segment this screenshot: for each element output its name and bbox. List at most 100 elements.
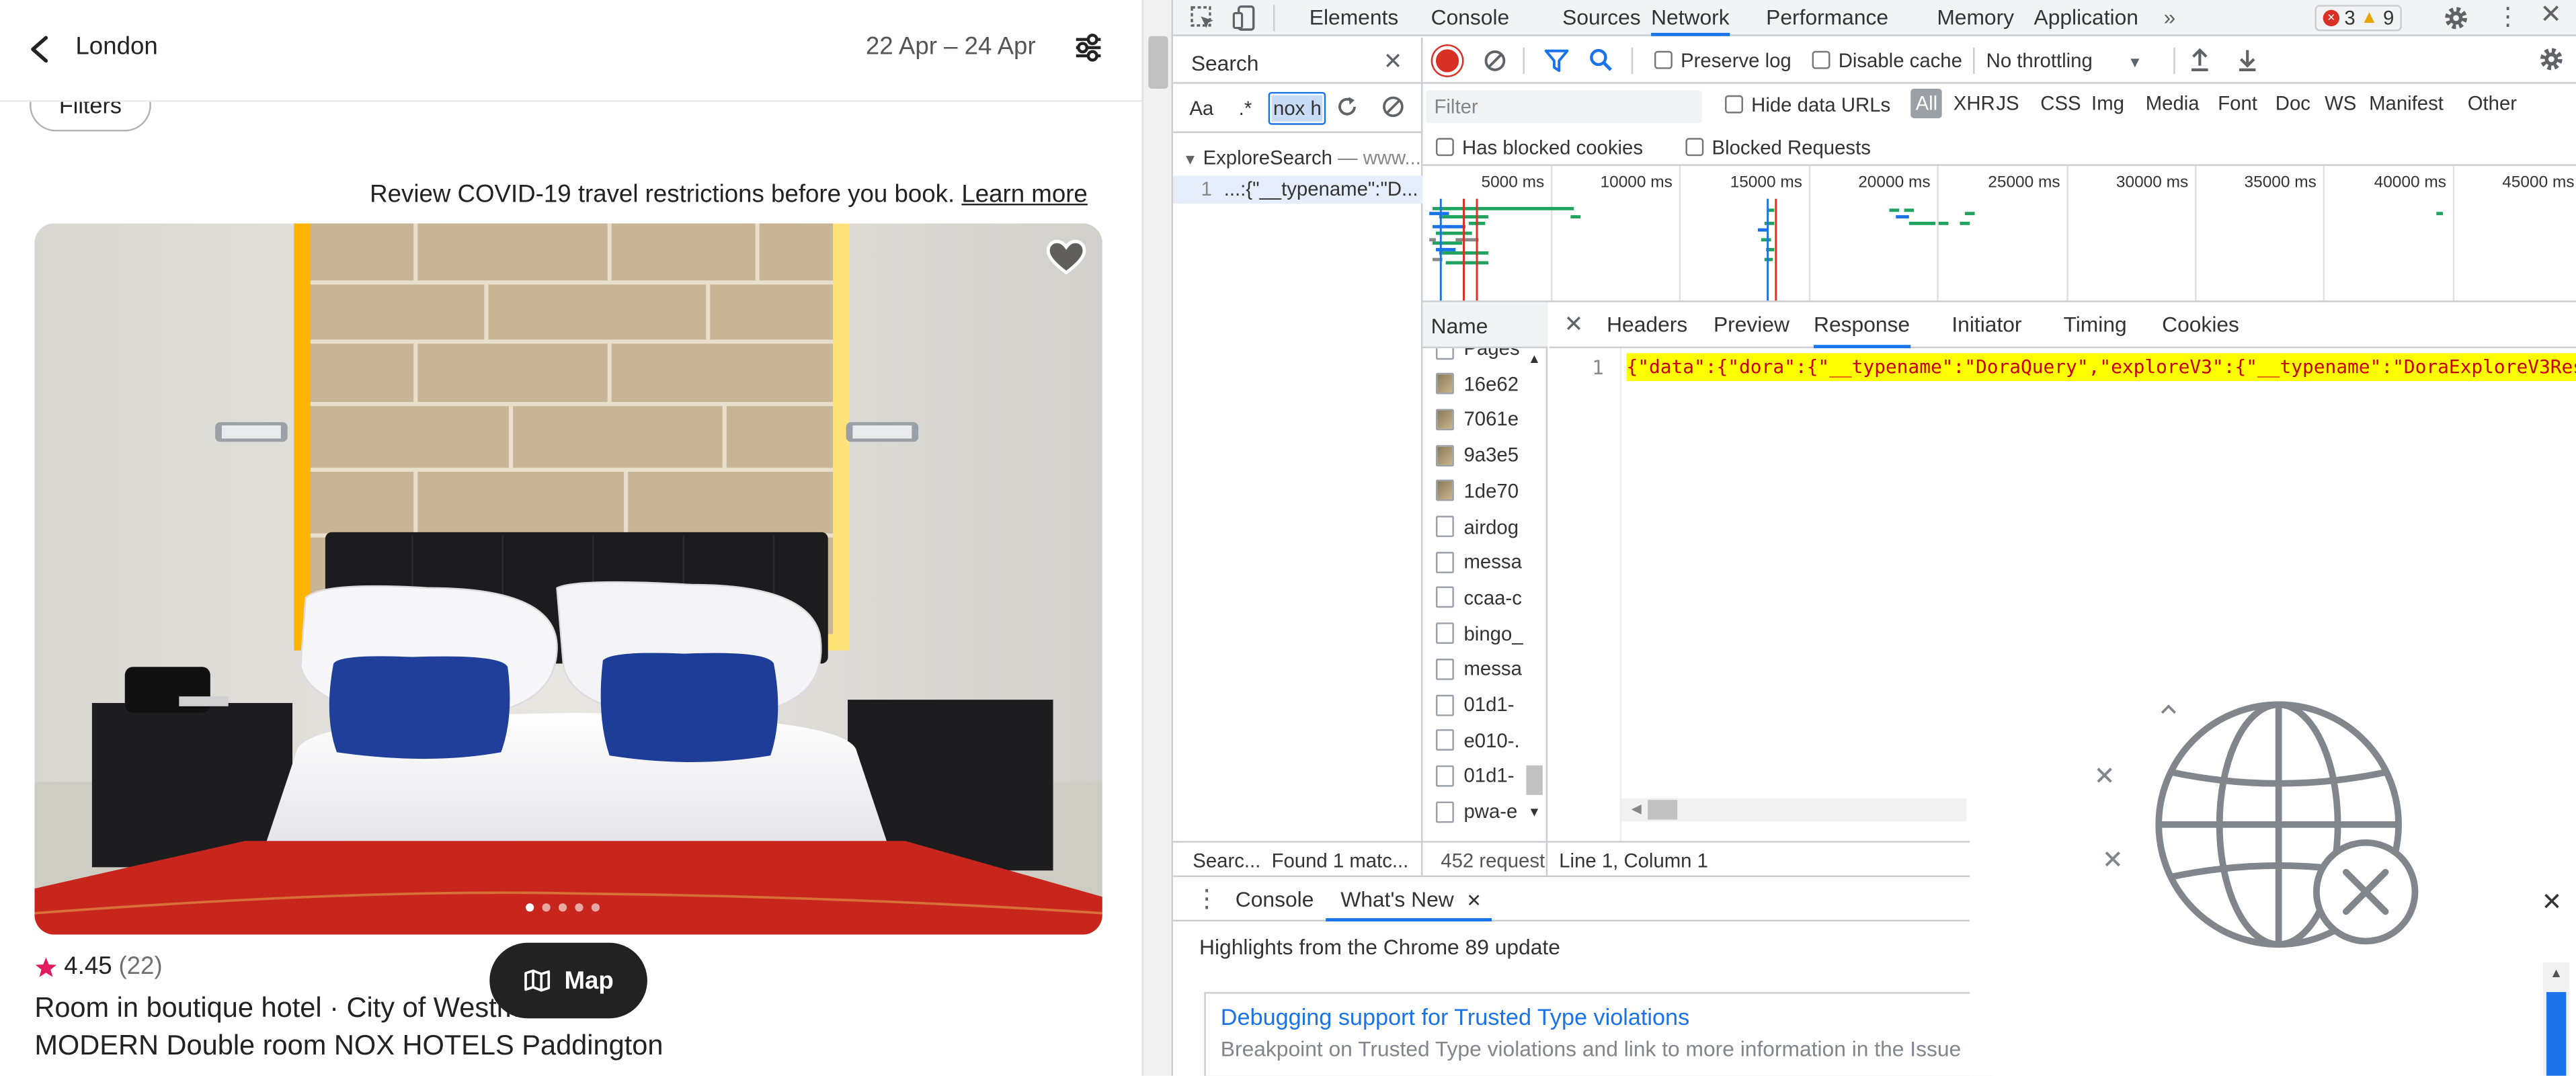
request-row[interactable]: 9a3e5	[1422, 437, 1525, 473]
search-input[interactable]: nox h	[1268, 91, 1326, 125]
filter-funnel-icon[interactable]	[1544, 49, 1569, 73]
date-range[interactable]: 22 Apr – 24 Apr	[866, 33, 1036, 61]
close-search-icon[interactable]: ✕	[1383, 49, 1403, 72]
type-filter-xhr[interactable]: XHR	[1954, 92, 1995, 115]
request-row[interactable]: 01d1-	[1422, 758, 1525, 794]
back-arrow-icon[interactable]	[28, 34, 51, 64]
scroll-down-icon[interactable]: ▼	[1528, 805, 1541, 820]
clear-log-icon[interactable]	[1484, 49, 1506, 72]
scrollbar-thumb[interactable]	[1148, 36, 1168, 89]
search-result-line[interactable]: 1 ...:{"__typename":"D...	[1172, 175, 1423, 204]
tab-application[interactable]: Application	[2034, 0, 2138, 36]
import-har-icon[interactable]	[2188, 48, 2211, 73]
request-row[interactable]: e010-.	[1422, 722, 1525, 759]
tab-performance[interactable]: Performance	[1766, 0, 1888, 36]
drawer-tab-console[interactable]: Console	[1236, 887, 1314, 912]
blocked-requests-checkbox[interactable]: Blocked Requests	[1685, 136, 1871, 159]
request-row[interactable]: messa	[1422, 651, 1525, 688]
request-row[interactable]: 16e62	[1422, 366, 1525, 402]
request-row[interactable]: ccaa-c	[1422, 579, 1525, 616]
hide-data-urls-checkbox[interactable]: Hide data URLs	[1725, 93, 1890, 117]
drawer-scroll-up-icon[interactable]: ▲	[2550, 966, 2563, 981]
search-icon[interactable]	[1588, 48, 1613, 73]
refresh-icon[interactable]	[1336, 95, 1359, 118]
listing-name[interactable]: MODERN Double room NOX HOTELS Paddington	[34, 1030, 663, 1063]
location-title[interactable]: London	[75, 33, 157, 61]
match-case-button[interactable]: Aa	[1189, 97, 1213, 120]
record-icon[interactable]	[1435, 49, 1459, 73]
kebab-menu-icon[interactable]: ⋮	[2495, 5, 2520, 30]
detail-tab-headers[interactable]: Headers	[1607, 302, 1687, 348]
photo-dot[interactable]	[575, 903, 583, 912]
search-result-group[interactable]: ▼ ExploreSearch — www....	[1183, 147, 1423, 169]
inspect-element-icon[interactable]	[1189, 5, 1215, 31]
tab-memory[interactable]: Memory	[1937, 0, 2014, 36]
tab-console[interactable]: Console	[1431, 0, 1510, 36]
settings-gear-icon[interactable]	[2443, 5, 2469, 31]
close-tab-icon[interactable]: ✕	[1466, 892, 1482, 911]
name-column-header[interactable]: Name	[1422, 302, 1548, 349]
photo-dot[interactable]	[591, 903, 600, 912]
card-title-link[interactable]: Debugging support for Trusted Type viola…	[1221, 1003, 1689, 1030]
disable-cache-box[interactable]	[1812, 50, 1830, 69]
issues-counter[interactable]: × 3 ▲ 9	[2315, 5, 2403, 32]
type-filter-other[interactable]: Other	[2468, 92, 2517, 115]
type-filter-ws[interactable]: WS	[2325, 92, 2356, 115]
throttling-select[interactable]: No throttling ▼	[1986, 49, 2142, 72]
blocked-requests-box[interactable]	[1685, 138, 1704, 157]
export-har-icon[interactable]	[2236, 48, 2259, 73]
has-blocked-cookies-checkbox[interactable]: Has blocked cookies	[1435, 136, 1643, 159]
photo-dot[interactable]	[542, 903, 551, 912]
drawer-scrollbar[interactable]: ▲	[2543, 962, 2570, 1076]
type-filter-manifest[interactable]: Manifest	[2369, 92, 2444, 115]
listing-type[interactable]: Room in boutique hotel · City of Westmi	[34, 992, 526, 1025]
more-tabs-button[interactable]: »	[2164, 0, 2176, 36]
tab-elements[interactable]: Elements	[1310, 0, 1398, 36]
type-filter-media[interactable]: Media	[2146, 92, 2200, 115]
type-filter-js[interactable]: JS	[1996, 92, 2019, 115]
request-row[interactable]: 01d1-	[1422, 687, 1525, 723]
page-scrollbar[interactable]	[1141, 0, 1172, 1076]
detail-tab-preview[interactable]: Preview	[1714, 302, 1789, 348]
request-row[interactable]: Pages	[1422, 348, 1525, 366]
device-toolbar-icon[interactable]	[1232, 5, 1258, 31]
close-overlay-icon[interactable]: ✕	[2542, 887, 2563, 917]
timeline-overview[interactable]: 5000 ms 10000 ms 15000 ms 20000 ms 25000 ms 3…	[1422, 165, 2576, 302]
horizontal-thumb[interactable]	[1648, 800, 1678, 820]
drawer-tab-whats-new[interactable]: What's New ✕	[1326, 877, 1492, 922]
clear-icon[interactable]	[1381, 95, 1404, 118]
network-settings-icon[interactable]	[2538, 46, 2565, 72]
type-filter-css[interactable]: CSS	[2040, 92, 2081, 115]
request-row[interactable]: airdog	[1422, 508, 1525, 544]
request-row[interactable]: pwa-e	[1422, 794, 1525, 823]
regex-button[interactable]: .*	[1239, 97, 1252, 120]
type-filter-doc[interactable]: Doc	[2276, 92, 2310, 115]
request-row[interactable]: 7061e	[1422, 401, 1525, 438]
detail-tab-cookies[interactable]: Cookies	[2162, 302, 2239, 348]
photo-dot[interactable]	[558, 903, 567, 912]
filter-sliders-icon[interactable]	[1074, 33, 1102, 63]
disable-cache-checkbox[interactable]: Disable cache	[1812, 49, 1962, 73]
heart-icon[interactable]	[1046, 239, 1086, 276]
request-row[interactable]: messa	[1422, 544, 1525, 580]
filter-input[interactable]: Filter	[1426, 90, 1702, 124]
whats-new-card[interactable]: Debugging support for Trusted Type viola…	[1204, 992, 1993, 1076]
scroll-left-icon[interactable]: ◀	[1632, 802, 1642, 817]
drawer-scroll-thumb[interactable]	[2546, 992, 2567, 1076]
type-filter-font[interactable]: Font	[2218, 92, 2257, 115]
preserve-log-box[interactable]	[1654, 50, 1673, 69]
request-row[interactable]: bingo_	[1422, 615, 1525, 651]
type-filter-all[interactable]: All	[1910, 88, 1943, 118]
close-details-icon[interactable]: ✕	[1564, 312, 1584, 335]
photo-dot[interactable]	[526, 903, 534, 912]
scroll-up-icon[interactable]: ▲	[1528, 351, 1541, 366]
horizontal-scrollbar[interactable]: ◀	[1621, 798, 1967, 821]
type-filter-img[interactable]: Img	[2091, 92, 2124, 115]
response-body[interactable]: {"data":{"dora":{"__typename":"DoraQuery…	[1626, 353, 2576, 381]
preserve-log-checkbox[interactable]: Preserve log	[1654, 49, 1792, 73]
map-button[interactable]: Map	[489, 942, 647, 1019]
listing-photo[interactable]	[34, 223, 1102, 935]
detail-tab-timing[interactable]: Timing	[2064, 302, 2127, 348]
drawer-menu-icon[interactable]: ⋮	[1195, 887, 1219, 912]
learn-more-link[interactable]: Learn more	[961, 181, 1087, 209]
